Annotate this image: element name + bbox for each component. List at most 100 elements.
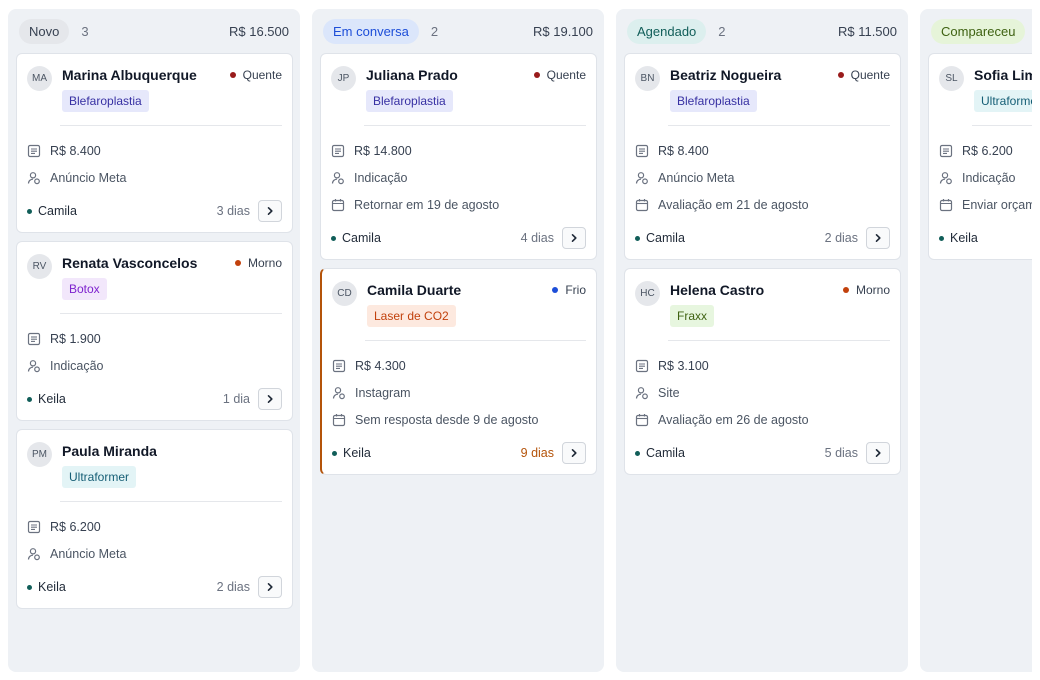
deal-value-row: R$ 6.200 <box>939 137 1032 164</box>
lead-card[interactable]: BN Beatriz Nogueira Blefaroplastia Quente R$… <box>624 53 901 260</box>
deal-value: R$ 3.100 <box>658 358 709 373</box>
column-header: Em conversa 2 R$ 19.100 <box>320 18 597 44</box>
owner-name: Camila <box>646 231 685 245</box>
receipt-icon <box>939 144 962 158</box>
owner-name: Camila <box>38 204 77 218</box>
receipt-icon <box>27 332 50 346</box>
open-lead-button[interactable] <box>562 227 586 249</box>
stage-label[interactable]: Em conversa <box>323 18 419 44</box>
calendar-icon <box>332 413 355 427</box>
avatar: RV <box>27 254 52 279</box>
owner-dot-icon <box>27 584 32 590</box>
procedure-tag: Botox <box>62 278 107 300</box>
temperature-badge: Quente <box>229 66 282 84</box>
lead-card[interactable]: SL Sofia Lima Ultraformer R$ 6.200 Indicação… <box>928 53 1032 260</box>
divider <box>60 313 282 314</box>
lead-name[interactable]: Sofia Lima <box>974 66 1032 84</box>
owner-name: Keila <box>343 446 371 460</box>
lead-card-footer: Keila <box>939 227 1032 249</box>
temperature-label: Quente <box>546 68 586 82</box>
chevron-right-icon <box>265 394 275 404</box>
lead-name[interactable]: Juliana Prado <box>366 66 534 84</box>
days-in-stage: 2 dias <box>216 580 250 594</box>
days-in-stage: 9 dias <box>520 446 554 460</box>
owner-dot-icon <box>635 450 640 456</box>
procedure-tag: Blefaroplastia <box>366 90 453 112</box>
lead-card-footer: Camila 4 dias <box>331 227 586 249</box>
temperature-badge: Morno <box>842 281 890 299</box>
stage-label[interactable]: Compareceu <box>931 18 1026 44</box>
lead-source: Anúncio Meta <box>658 170 735 185</box>
owner: Keila <box>27 392 66 406</box>
avatar: MA <box>27 66 52 91</box>
procedure-tag: Fraxx <box>670 305 714 327</box>
stage-label[interactable]: Novo <box>19 18 70 44</box>
user-source-icon <box>27 547 50 561</box>
lead-card[interactable]: PM Paula Miranda Ultraformer R$ 6.200 Anúnci… <box>16 429 293 609</box>
open-lead-button[interactable] <box>866 442 890 464</box>
temperature-label: Frio <box>565 283 586 297</box>
user-source-icon <box>27 171 50 185</box>
lead-source: Anúncio Meta <box>50 546 127 561</box>
temperature-dot-icon <box>552 287 559 293</box>
lead-card[interactable]: RV Renata Vasconcelos Botox Morno R$ 1.900 In… <box>16 241 293 421</box>
temperature-badge: Quente <box>533 66 586 84</box>
owner-dot-icon <box>27 208 32 214</box>
owner-dot-icon <box>939 235 944 241</box>
lead-card[interactable]: MA Marina Albuquerque Blefaroplastia Quente… <box>16 53 293 233</box>
temperature-label: Quente <box>242 68 282 82</box>
deal-value-row: R$ 14.800 <box>331 137 586 164</box>
lead-card[interactable]: HC Helena Castro Fraxx Morno R$ 3.100 Site Ava… <box>624 268 901 475</box>
calendar-icon <box>939 198 962 212</box>
days-in-stage: 5 dias <box>824 446 858 460</box>
stage-count: 2 <box>430 23 439 39</box>
deal-value-row: R$ 1.900 <box>27 325 282 352</box>
lead-identity: Renata Vasconcelos Botox <box>62 254 235 300</box>
lead-name[interactable]: Renata Vasconcelos <box>62 254 235 272</box>
lead-card-footer: Camila 5 dias <box>635 442 890 464</box>
owner-name: Keila <box>950 231 978 245</box>
open-lead-button[interactable] <box>866 227 890 249</box>
owner-dot-icon <box>331 235 336 241</box>
open-lead-button[interactable] <box>562 442 586 464</box>
stage-label[interactable]: Agendado <box>627 18 707 44</box>
open-lead-button[interactable] <box>258 576 282 598</box>
avatar: PM <box>27 442 52 467</box>
lead-source: Indicação <box>50 358 104 373</box>
lead-name[interactable]: Helena Castro <box>670 281 843 299</box>
lead-card-header: SL Sofia Lima Ultraformer <box>939 66 1032 112</box>
lead-identity: Camila Duarte Laser de CO2 <box>367 281 552 327</box>
divider <box>972 125 1032 126</box>
lead-card-header: CD Camila Duarte Laser de CO2 Frio <box>332 281 586 327</box>
temperature-label: Morno <box>855 283 890 297</box>
divider <box>365 340 586 341</box>
procedure-tag: Ultraformer <box>62 466 137 488</box>
lead-source: Instagram <box>355 385 411 400</box>
deal-value: R$ 4.300 <box>355 358 406 373</box>
lead-card[interactable]: CD Camila Duarte Laser de CO2 Frio R$ 4.300 I… <box>320 268 597 475</box>
receipt-icon <box>27 144 50 158</box>
owner: Camila <box>27 204 77 218</box>
lead-source-row: Indicação <box>27 352 282 379</box>
lead-name[interactable]: Paula Miranda <box>62 442 282 460</box>
lead-identity: Juliana Prado Blefaroplastia <box>366 66 534 112</box>
next-task-row: Avaliação em 26 de agosto <box>635 406 890 433</box>
temperature-badge: Morno <box>234 254 282 272</box>
owner-name: Camila <box>646 446 685 460</box>
temperature-dot-icon <box>842 287 849 293</box>
avatar: HC <box>635 281 660 306</box>
owner-name: Keila <box>38 580 66 594</box>
lead-card-footer: Keila 1 dia <box>27 388 282 410</box>
chevron-right-icon <box>265 582 275 592</box>
lead-name[interactable]: Camila Duarte <box>367 281 552 299</box>
lead-identity: Sofia Lima Ultraformer <box>974 66 1032 112</box>
pipeline-column: Novo 3 R$ 16.500 MA Marina Albuquerque Blefar… <box>8 9 300 672</box>
deal-value-row: R$ 8.400 <box>27 137 282 164</box>
lead-source-row: Instagram <box>332 379 586 406</box>
open-lead-button[interactable] <box>258 200 282 222</box>
lead-card[interactable]: JP Juliana Prado Blefaroplastia Quente R$ 14… <box>320 53 597 260</box>
lead-name[interactable]: Beatriz Nogueira <box>670 66 838 84</box>
lead-name[interactable]: Marina Albuquerque <box>62 66 230 84</box>
lead-source-row: Anúncio Meta <box>27 164 282 191</box>
open-lead-button[interactable] <box>258 388 282 410</box>
